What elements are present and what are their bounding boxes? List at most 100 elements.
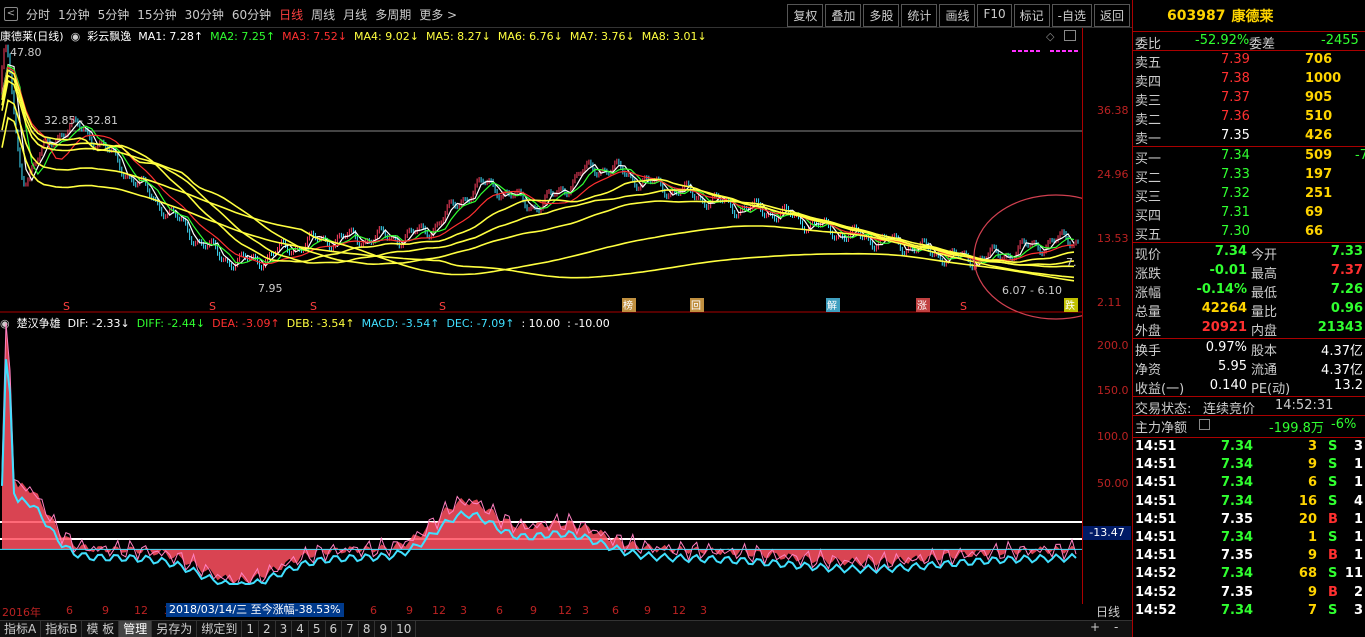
bottom-tab[interactable]: 7 — [342, 621, 359, 637]
main-flow-label: 主力净额 — [1135, 421, 1188, 436]
trade-state-row: 交易状态: 连续竞价 14:52:31 — [1133, 397, 1365, 417]
diamond-icon[interactable]: ◇ — [1046, 30, 1054, 43]
tick-volume: 6 — [1307, 475, 1317, 491]
kline-chart[interactable]: 47.80 32.85 - 32.81 7.95 6.07 - 6.10 7. S S S S S… — [0, 44, 1082, 604]
bottom-tab[interactable]: 绑定到 — [197, 621, 243, 637]
period-tab[interactable]: 日线 — [279, 6, 303, 23]
level-price: 7.30 — [1221, 224, 1250, 239]
stat-row: 总量 42264 量比 0.96 — [1133, 300, 1365, 320]
bottom-tab[interactable]: 指标B — [41, 621, 83, 637]
bottom-tab[interactable]: 9 — [375, 621, 393, 637]
bottom-tab[interactable]: 4 — [292, 621, 309, 637]
tool-button[interactable]: 复权 — [787, 4, 824, 27]
price-axis: 36.38 24.96 13.53 2.11 200.0 150.0 100.0… — [1082, 28, 1132, 604]
tick-side: B — [1328, 548, 1338, 564]
ma-line — [1, 74, 1075, 266]
stat-row: 涨跌 -0.01 最高 7.37 — [1133, 262, 1365, 282]
stat-label: 今开 — [1251, 248, 1278, 263]
back-arrow-icon[interactable]: < — [4, 7, 18, 21]
zoom-in-button[interactable]: + — [1090, 620, 1100, 634]
tick-volume: 3 — [1307, 439, 1317, 454]
period-tab[interactable]: 更多 > — [419, 6, 457, 23]
order-book-row[interactable]: 卖二 7.36 510 — [1133, 108, 1365, 128]
share-stats: 换手 0.97% 股本 4.37亿 净资 5.95 流通 4.37亿 收益(一) 0.140 PE(… — [1133, 339, 1365, 397]
ma-legend-item: MA7: 3.76↓ — [569, 29, 635, 43]
level-price: 7.37 — [1221, 90, 1250, 105]
bottom-tab[interactable]: 模 板 — [82, 621, 120, 637]
period-tab[interactable]: 15分钟 — [137, 6, 176, 23]
s-marker: S — [310, 300, 317, 313]
date-tick: 6 — [496, 604, 503, 617]
window-toggle-icon[interactable] — [1064, 30, 1076, 41]
date-tick: 12 — [558, 604, 572, 617]
ma-legend-item: MA8: 3.01↓ — [641, 29, 707, 43]
order-book-row[interactable]: 卖五 7.39 706 — [1133, 51, 1365, 71]
tool-button[interactable]: 画线 — [939, 4, 976, 27]
share-row: 换手 0.97% 股本 4.37亿 — [1133, 339, 1365, 359]
level-volume: 706 — [1305, 52, 1333, 67]
trade-state-time: 14:52:31 — [1275, 398, 1334, 413]
period-tab[interactable]: 5分钟 — [98, 6, 130, 23]
bottom-tab[interactable]: 6 — [326, 621, 343, 637]
order-book-row[interactable]: 买三 7.32 251 — [1133, 185, 1365, 205]
bottom-tab[interactable]: 另存为 — [152, 621, 198, 637]
tool-button[interactable]: 统计 — [901, 4, 938, 27]
level-price: 7.32 — [1221, 186, 1250, 201]
tick-volume: 9 — [1307, 584, 1317, 600]
bottom-tab[interactable]: 管理 — [119, 621, 153, 637]
period-tag[interactable]: 日线 — [1086, 603, 1130, 620]
period-tab[interactable]: 分时 — [26, 6, 50, 23]
tool-button[interactable]: 标记 — [1013, 4, 1050, 27]
bottom-tab[interactable]: 2 — [259, 621, 276, 637]
trade-state-label: 交易状态: — [1135, 402, 1192, 417]
tick-price: 7.34 — [1221, 529, 1254, 545]
tick-row: 14:51 7.34 16 S 4 — [1133, 493, 1365, 511]
tool-button[interactable]: F10 — [977, 4, 1012, 27]
zoom-out-button[interactable]: - — [1114, 620, 1118, 634]
period-tab[interactable]: 1分钟 — [58, 6, 90, 23]
bottom-tab[interactable]: 1 — [242, 621, 259, 637]
bottom-tab[interactable]: 指标A — [0, 621, 42, 637]
period-tab[interactable]: 周线 — [311, 6, 335, 23]
y-tick: 150.0 — [1097, 384, 1129, 397]
indicator-name[interactable]: 彩云飘逸 — [87, 28, 131, 44]
tick-price: 7.35 — [1221, 584, 1254, 600]
stock-header: 603987 康德莱 — [1133, 0, 1365, 32]
bottom-tab[interactable]: 3 — [276, 621, 293, 637]
level-label: 买一 — [1135, 152, 1162, 167]
order-book-row[interactable]: 买一 7.34 509 -7 — [1133, 147, 1365, 167]
order-book-row[interactable]: 卖三 7.37 905 — [1133, 89, 1365, 109]
tool-button[interactable]: -自选 — [1051, 4, 1092, 27]
tick-row: 14:51 7.34 1 S 1 — [1133, 529, 1365, 547]
order-book-row[interactable]: 买二 7.33 197 — [1133, 166, 1365, 186]
bottom-tab[interactable]: 8 — [359, 621, 376, 637]
order-book-row[interactable]: 买五 7.30 66 — [1133, 223, 1365, 243]
period-tab[interactable]: 60分钟 — [232, 6, 271, 23]
level-label: 卖一 — [1135, 132, 1162, 147]
low-label: 6.07 - 6.10 — [1002, 284, 1062, 297]
tick-price: 7.34 — [1221, 566, 1254, 582]
stat-label: 股本 — [1251, 344, 1278, 359]
period-tab[interactable]: 30分钟 — [185, 6, 224, 23]
bottom-tab[interactable]: 10 — [392, 621, 417, 637]
tick-time: 14:51 — [1135, 475, 1177, 491]
tick-list[interactable]: 14:51 7.34 3 S 3 14:51 7.34 9 S 1 14:51 7.34 6 S 1 14:5… — [1133, 438, 1365, 620]
order-book-row[interactable]: 买四 7.31 69 — [1133, 204, 1365, 224]
period-tab[interactable]: 多周期 — [375, 6, 411, 23]
tool-button[interactable]: 叠加 — [825, 4, 862, 27]
period-tab[interactable]: 月线 — [343, 6, 367, 23]
tool-button[interactable]: 返回 — [1093, 4, 1130, 27]
tick-time: 14:51 — [1135, 529, 1177, 545]
order-book-row[interactable]: 卖四 7.38 1000 — [1133, 70, 1365, 90]
weibi-label: 委比 — [1135, 37, 1162, 52]
macd-area-positive — [2, 328, 1080, 584]
bottom-tab[interactable]: 5 — [309, 621, 326, 637]
stock-name: 康德莱 — [1231, 8, 1274, 25]
stat-value: 4.37亿 — [1321, 344, 1363, 359]
order-book-row[interactable]: 卖一 7.35 426 — [1133, 127, 1365, 147]
tool-button[interactable]: 多股 — [863, 4, 900, 27]
ma-legend-item: MA6: 6.76↓ — [497, 29, 563, 43]
list-icon[interactable] — [1199, 419, 1210, 430]
level-label: 卖四 — [1135, 75, 1162, 90]
main-flow-row[interactable]: 主力净额 -199.8万 -6% — [1133, 416, 1365, 438]
